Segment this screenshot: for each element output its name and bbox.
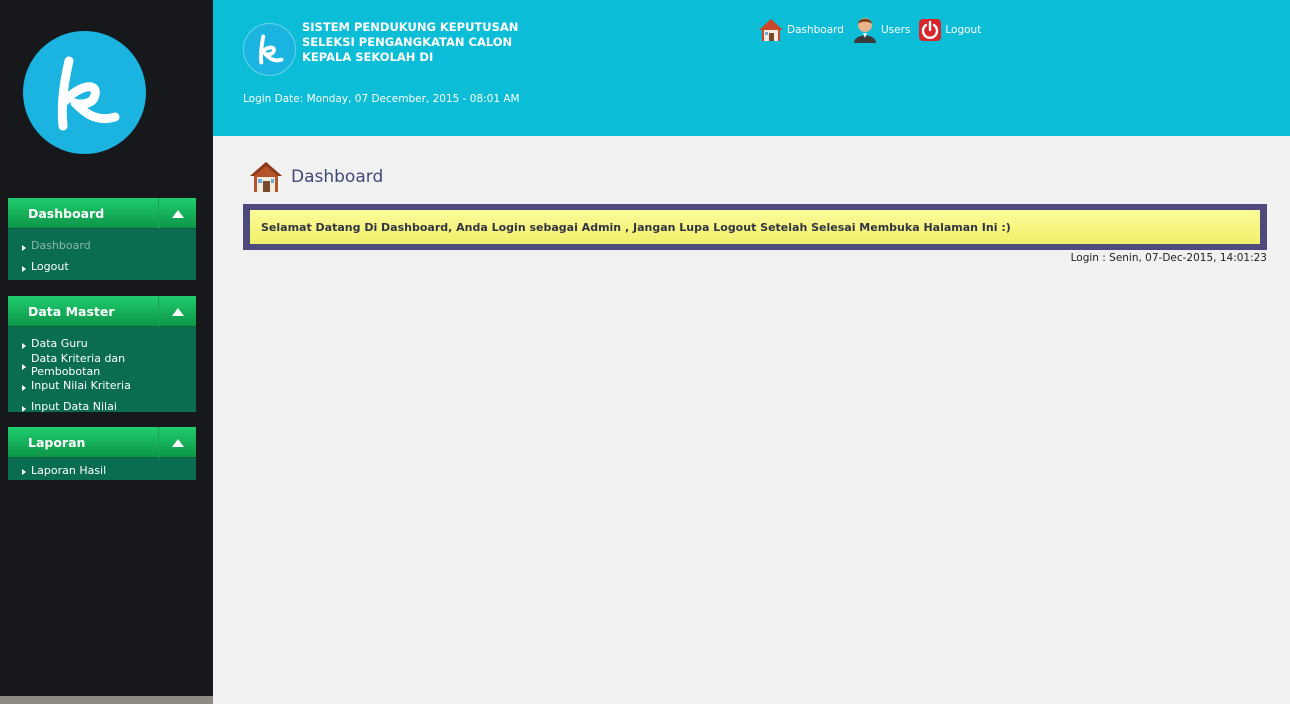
top-nav-logout[interactable]: Logout <box>918 18 981 42</box>
welcome-box: Selamat Datang Di Dashboard, Anda Login … <box>243 204 1267 250</box>
menu-header-label: Data Master <box>28 303 115 319</box>
sidebar-item-dashboard[interactable]: Dashboard <box>8 235 196 256</box>
sidebar-item-label: Laporan Hasil <box>31 463 107 477</box>
sidebar-item-input-data-nilai[interactable]: Input Data Nilai <box>8 396 196 417</box>
bullet-icon <box>22 363 26 370</box>
collapse-toggle[interactable] <box>158 198 196 229</box>
sidebar-item-laporan-hasil[interactable]: Laporan Hasil <box>8 461 196 479</box>
sidebar-item-label: Dashboard <box>31 239 91 252</box>
login-info: Login : Senin, 07-Dec-2015, 14:01:23 <box>1070 252 1267 264</box>
welcome-message: Selamat Datang Di Dashboard, Anda Login … <box>250 210 1260 244</box>
menu-section-dashboard: Dashboard Dashboard Logout <box>8 198 196 280</box>
bullet-icon <box>22 469 26 475</box>
menu-header-dashboard[interactable]: Dashboard <box>8 198 196 229</box>
k-logo-icon <box>57 56 120 131</box>
menu-section-laporan: Laporan Laporan Hasil <box>8 427 196 480</box>
sidebar-item-logout[interactable]: Logout <box>8 256 196 277</box>
user-icon <box>853 18 876 43</box>
sidebar: Dashboard Dashboard Logout Data Master D… <box>0 0 213 704</box>
bullet-icon <box>22 405 26 412</box>
sidebar-item-label: Input Data Nilai <box>31 400 117 413</box>
triangle-up-icon <box>171 438 184 447</box>
collapse-toggle[interactable] <box>158 296 196 327</box>
triangle-up-icon <box>171 209 184 218</box>
triangle-up-icon <box>171 307 184 316</box>
login-date: Login Date: Monday, 07 December, 2015 - … <box>243 93 520 105</box>
power-icon <box>919 19 942 41</box>
header: SISTEM PENDUKUNG KEPUTUSAN SELEKSI PENGA… <box>213 0 1290 136</box>
top-nav-label: Dashboard <box>787 24 844 36</box>
collapse-toggle[interactable] <box>158 427 196 458</box>
sidebar-bottom-strip <box>0 696 213 704</box>
menu-section-data-master: Data Master Data Guru Data Kriteria dan … <box>8 296 196 413</box>
k-logo-icon <box>259 34 284 65</box>
top-nav: Dashboard Users Logout <box>758 16 989 44</box>
bullet-icon <box>22 265 26 272</box>
menu-header-laporan[interactable]: Laporan <box>8 427 196 458</box>
top-nav-dashboard[interactable]: Dashboard <box>758 17 844 43</box>
sidebar-item-label: Data Guru <box>31 337 88 350</box>
menu-header-data-master[interactable]: Data Master <box>8 296 196 327</box>
bullet-icon <box>22 342 26 349</box>
top-nav-label: Users <box>880 24 911 36</box>
header-logo <box>243 23 296 76</box>
top-nav-users[interactable]: Users <box>852 16 910 44</box>
top-nav-label: Logout <box>945 24 982 36</box>
app-title: SISTEM PENDUKUNG KEPUTUSAN SELEKSI PENGA… <box>302 20 519 64</box>
sidebar-item-label: Data Kriteria dan Pembobotan <box>31 351 126 378</box>
bullet-icon <box>22 244 26 251</box>
page-title: Dashboard <box>291 167 384 187</box>
sidebar-item-label: Logout <box>31 260 69 273</box>
house-icon <box>759 19 783 41</box>
app-logo <box>23 31 146 154</box>
menu-header-label: Laporan <box>28 434 86 450</box>
sidebar-item-label: Input Nilai Kriteria <box>31 379 131 392</box>
sidebar-item-input-nilai-kriteria[interactable]: Input Nilai Kriteria <box>8 375 196 396</box>
sidebar-item-data-kriteria[interactable]: Data Kriteria dan Pembobotan <box>8 351 196 378</box>
house-icon <box>250 162 282 192</box>
bullet-icon <box>22 384 26 391</box>
menu-header-label: Dashboard <box>28 205 105 221</box>
page-title-wrap: Dashboard <box>249 160 383 194</box>
